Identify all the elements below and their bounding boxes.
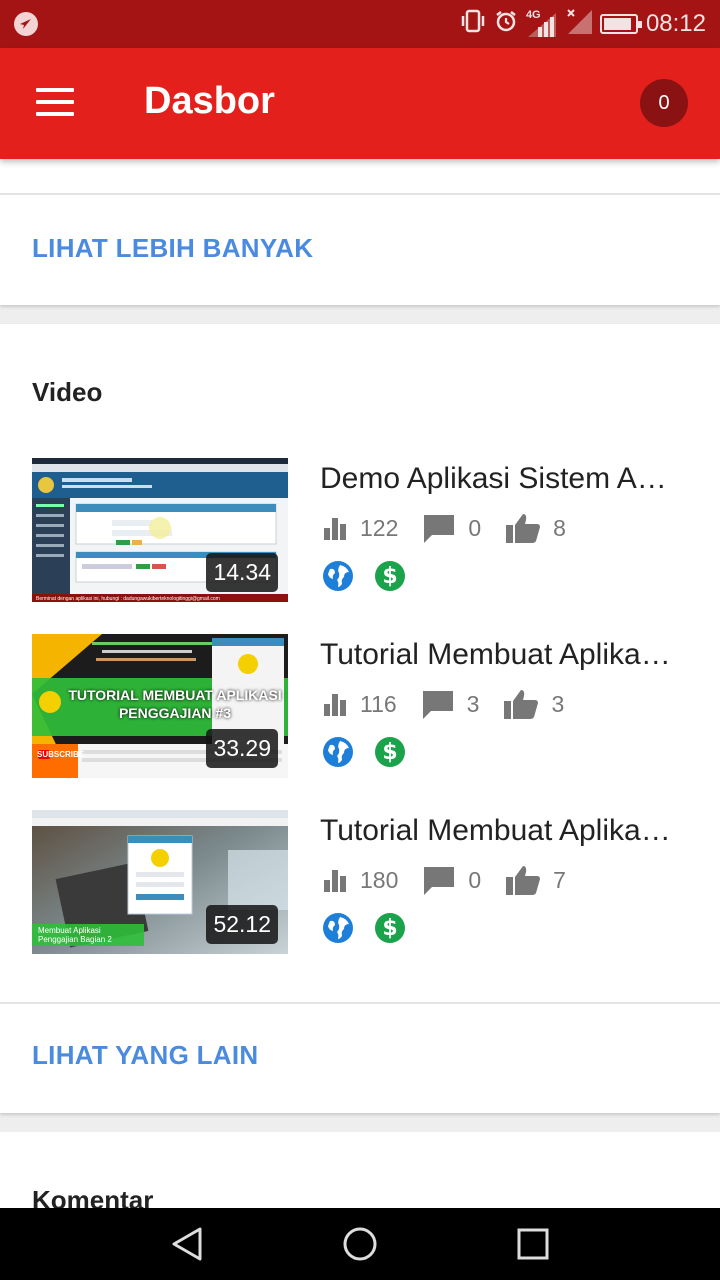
video-badges: $ [322,736,406,768]
dollar-icon: $ [375,561,405,591]
thumbs-up-icon [506,514,541,543]
video-badges: $ [322,912,406,944]
svg-text:$: $ [382,564,397,589]
bar-chart-icon [324,518,346,540]
square-recent-icon [517,1228,549,1260]
comment-section-card: Komentar [0,1132,720,1215]
video-duration: 52.12 [206,905,278,944]
notification-badge[interactable]: 0 [640,79,688,127]
likes-stat: 7 [505,864,566,896]
divider [0,1002,720,1004]
alarm-icon [494,9,518,40]
previous-section-card: LIHAT LEBIH BANYAK [0,159,720,305]
views-stat: 122 [322,515,398,542]
comments-stat: 0 [422,513,481,543]
see-more-button[interactable]: LIHAT LEBIH BANYAK [32,233,313,264]
app-bar: Dasbor 0 [0,48,720,159]
subscribe-label: SUBSCRIBE [37,750,85,759]
nav-recent-button[interactable] [503,1214,563,1274]
video-list-item[interactable]: Berminat dengan aplikasi ini, hubungi : … [0,458,720,602]
menu-button[interactable] [36,88,76,118]
globe-icon [323,913,353,943]
bar-chart-icon [324,694,346,716]
svg-text:$: $ [382,916,397,941]
status-bar: 4G 08:12 [0,0,720,48]
signal-4g-icon: 4G [526,9,558,37]
see-other-button[interactable]: LIHAT YANG LAIN [32,1040,258,1071]
thumbnail-caption: Berminat dengan aplikasi ini, hubungi : … [36,596,220,602]
status-icons: 4G 08:12 [460,0,706,48]
video-duration: 14.34 [206,553,278,592]
video-thumbnail: TUTORIAL MEMBUAT APLIKASI PENGGAJIAN #3 … [32,634,288,778]
dollar-icon: $ [375,737,405,767]
video-stats: 116 3 3 [322,688,588,720]
circle-home-icon [343,1227,377,1261]
video-stats: 180 0 7 [322,864,590,896]
clock: 08:12 [645,10,706,37]
app-root: 4G 08:12 Dasbor 0 LIHAT LEBIH BANYAK Vid… [0,0,720,1280]
video-stats: 122 0 8 [322,512,590,544]
video-title: Tutorial Membuat Aplika… [320,638,671,671]
thumbnail-caption: Membuat Aplikasi Penggajian Bagian 2 [38,926,112,944]
thumbs-up-icon [504,690,539,719]
hamburger-icon [36,88,74,92]
video-list-item[interactable]: Membuat Aplikasi Penggajian Bagian 2 52.… [0,810,720,954]
comments-count: 0 [468,866,482,893]
triangle-back-icon [172,1227,202,1261]
video-title: Tutorial Membuat Aplika… [320,814,671,847]
signal-no-sim-icon [566,8,592,41]
comment-icon [424,515,455,543]
likes-count: 8 [553,514,566,541]
likes-stat: 8 [505,512,566,544]
comments-count: 0 [468,514,482,541]
location-arrow-icon [14,12,38,36]
likes-count: 7 [553,866,566,893]
vibrate-icon [460,9,486,40]
nav-home-button[interactable] [330,1214,390,1274]
views-count: 122 [360,514,399,541]
comment-icon [422,691,453,719]
svg-text:$: $ [382,740,397,765]
page-title: Dasbor [144,80,275,122]
video-thumbnail: Berminat dengan aplikasi ini, hubungi : … [32,458,288,602]
video-list-item[interactable]: TUTORIAL MEMBUAT APLIKASI PENGGAJIAN #3 … [0,634,720,778]
divider [0,193,720,195]
video-thumbnail: Membuat Aplikasi Penggajian Bagian 2 52.… [32,810,288,954]
views-stat: 116 [322,691,397,718]
battery-fill [603,18,631,30]
likes-count: 3 [551,690,565,717]
views-count: 180 [360,866,399,893]
comments-count: 3 [466,690,480,717]
video-section-title: Video [32,377,103,407]
nav-back-button[interactable] [157,1214,217,1274]
video-section-card: Video Berminat dengan aplikasi ini, hubu… [0,324,720,1113]
video-duration: 33.29 [206,729,278,768]
comment-icon [424,867,455,895]
dollar-icon: $ [375,913,405,943]
system-nav-bar [0,1208,720,1280]
likes-stat: 3 [503,688,564,720]
globe-icon [323,561,353,591]
video-title: Demo Aplikasi Sistem A… [320,462,667,495]
views-count: 116 [360,690,397,717]
thumbs-up-icon [506,866,541,895]
comments-stat: 3 [421,689,480,719]
comments-stat: 0 [422,865,481,895]
battery-icon [599,14,642,34]
bar-chart-icon [324,870,346,892]
globe-icon [323,737,353,767]
video-badges: $ [322,560,406,592]
views-stat: 180 [322,867,398,894]
thumbnail-heading: TUTORIAL MEMBUAT APLIKASI PENGGAJIAN #3 [68,687,282,721]
